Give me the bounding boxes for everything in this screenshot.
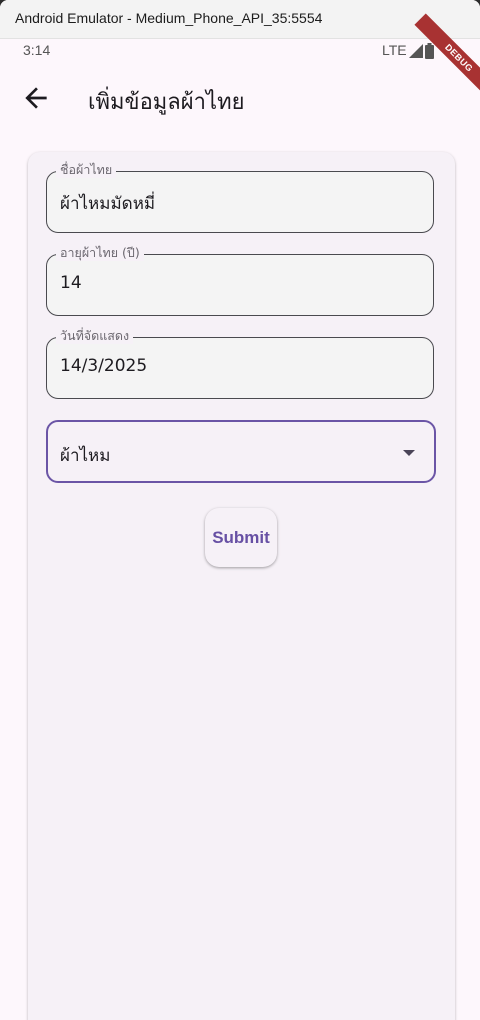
- emulator-window: Android Emulator - Medium_Phone_API_35:5…: [0, 0, 480, 1020]
- page-title: เพิ่มข้อมูลผ้าไทย: [88, 90, 245, 115]
- fabric-age-field[interactable]: อายุผ้าไทย (ปี) 14: [46, 245, 434, 316]
- fabric-name-label: ชื่อผ้าไทย: [56, 162, 117, 178]
- display-date-value: 14/3/2025: [60, 356, 148, 376]
- arrow-back-icon: [25, 87, 47, 109]
- app-bar: เพิ่มข้อมูลผ้าไทย: [0, 70, 480, 126]
- dropdown-arrow-icon: [403, 450, 415, 456]
- network-type: LTE: [382, 42, 407, 58]
- submit-button[interactable]: Submit: [205, 508, 277, 567]
- fabric-age-value: 14: [60, 273, 82, 293]
- battery-icon: [425, 43, 434, 59]
- form-card: ชื่อผ้าไทย ผ้าไหมมัดหมี่ อายุผ้าไทย (ปี)…: [28, 152, 455, 1020]
- window-title: Android Emulator - Medium_Phone_API_35:5…: [15, 10, 323, 26]
- status-time: 3:14: [23, 42, 51, 58]
- signal-icon: [409, 44, 423, 58]
- fabric-type-selected: ผ้าไหม: [60, 446, 111, 466]
- status-bar: 3:14 LTE: [0, 38, 480, 64]
- back-button[interactable]: [20, 82, 52, 114]
- fabric-type-dropdown[interactable]: ผ้าไหม: [46, 420, 436, 483]
- fabric-name-value: ผ้าไหมมัดหมี่: [60, 194, 156, 214]
- fabric-age-label: อายุผ้าไทย (ปี): [56, 245, 144, 261]
- display-date-field[interactable]: วันที่จัดแสดง 14/3/2025: [46, 328, 434, 399]
- window-titlebar: Android Emulator - Medium_Phone_API_35:5…: [0, 0, 480, 39]
- fabric-name-field[interactable]: ชื่อผ้าไทย ผ้าไหมมัดหมี่: [46, 162, 434, 233]
- display-date-label: วันที่จัดแสดง: [56, 328, 134, 344]
